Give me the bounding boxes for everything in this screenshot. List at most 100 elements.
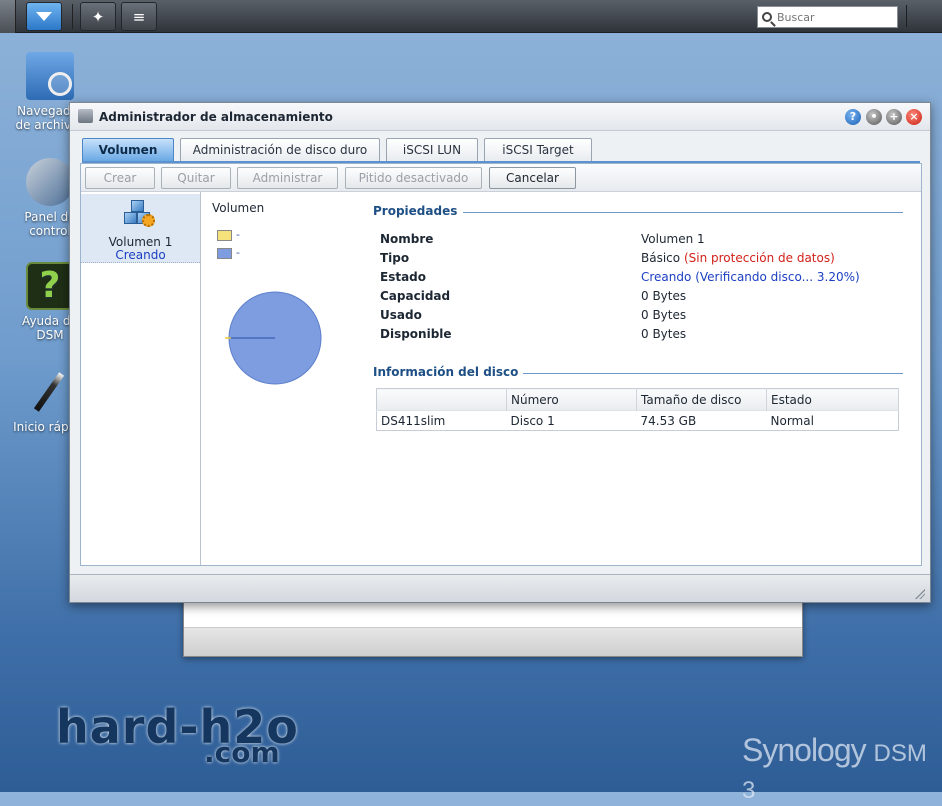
properties-heading: Propiedades xyxy=(373,204,913,218)
property-key: Usado xyxy=(380,308,422,322)
chevron-down-icon xyxy=(36,12,52,21)
property-value: Básico xyxy=(641,251,681,265)
search-box[interactable] xyxy=(757,6,898,28)
property-value-wrap: Creando (Verificando disco... 3.20%) xyxy=(641,270,860,284)
watermark-domain: .com xyxy=(204,736,280,769)
storage-manager-icon xyxy=(78,109,93,123)
search-icon xyxy=(762,12,772,22)
tab-iscsi-lun[interactable]: iSCSI LUN xyxy=(386,138,478,161)
quick-start-taskbar-button[interactable]: ✦ xyxy=(80,2,116,31)
volume-icon xyxy=(124,200,156,230)
property-row: Tipo Básico (Sin protección de datos) xyxy=(380,251,910,270)
table-row[interactable]: DS411slim Disco 1 74.53 GB Normal xyxy=(376,410,899,431)
manage-button[interactable]: Administrar xyxy=(237,167,338,189)
property-row: Disponible 0 Bytes xyxy=(380,327,910,346)
chart-title: Volumen xyxy=(212,201,265,215)
column-header[interactable]: Tamaño de disco xyxy=(636,388,767,411)
volume-list: Volumen 1 Creando xyxy=(81,192,201,565)
usage-chart-pane: Volumen - - xyxy=(205,192,365,565)
remove-button[interactable]: Quitar xyxy=(161,167,231,189)
magic-wand-icon xyxy=(26,368,74,416)
help-book-icon: ? xyxy=(26,262,74,310)
volume-status: Creando xyxy=(115,248,166,262)
properties-heading-text: Propiedades xyxy=(373,204,458,218)
property-row: Nombre Volumen 1 xyxy=(380,232,910,251)
legend-swatch xyxy=(217,229,232,241)
property-value-wrap: Básico (Sin protección de datos) xyxy=(641,251,835,265)
taskbar-divider-right xyxy=(906,5,907,27)
tab-iscsi-target[interactable]: iSCSI Target xyxy=(484,138,592,161)
taskbar-divider xyxy=(72,4,73,29)
window-statusbar xyxy=(70,574,930,602)
column-header[interactable]: Número xyxy=(506,388,637,411)
background-window-footer xyxy=(184,628,802,656)
toolbar: Crear Quitar Administrar Pitido desactiv… xyxy=(81,164,921,192)
gear-icon xyxy=(142,214,155,227)
legend-label: - xyxy=(236,246,240,259)
property-value: Creando xyxy=(641,270,692,284)
table-header-row: Número Tamaño de disco Estado xyxy=(376,388,899,411)
tab-disk-management[interactable]: Administración de disco duro xyxy=(180,138,380,161)
beep-off-button[interactable]: Pitido desactivado xyxy=(345,167,482,189)
property-row: Estado Creando (Verificando disco... 3.2… xyxy=(380,270,910,289)
property-row: Usado 0 Bytes xyxy=(380,308,910,327)
legend-label: - xyxy=(236,228,240,241)
property-value: 0 Bytes xyxy=(641,308,687,322)
property-key: Disponible xyxy=(380,327,452,341)
property-key: Tipo xyxy=(380,251,410,265)
folder-search-icon xyxy=(26,52,74,100)
volume-list-item[interactable]: Volumen 1 Creando xyxy=(81,194,200,263)
legend-swatch xyxy=(217,247,232,259)
property-key: Estado xyxy=(380,270,427,284)
synology-logo: Synology DSM 3 xyxy=(742,732,942,806)
window-titlebar[interactable]: Administrador de almacenamiento ? • + × xyxy=(70,103,930,131)
minimize-button[interactable]: • xyxy=(866,109,882,125)
background-window[interactable] xyxy=(183,595,803,657)
volume-panel: Crear Quitar Administrar Pitido desactiv… xyxy=(80,163,922,566)
create-button[interactable]: Crear xyxy=(85,167,155,189)
cancel-button[interactable]: Cancelar xyxy=(489,167,576,189)
volume-name: Volumen 1 xyxy=(108,235,173,249)
disk-number-cell: Disco 1 xyxy=(506,410,637,431)
legend-item: - xyxy=(217,228,240,241)
disk-status-cell: Normal xyxy=(766,410,899,431)
disk-name-cell: DS411slim xyxy=(376,410,507,431)
start-menu-button[interactable] xyxy=(26,2,62,31)
synology-wordmark: Synology xyxy=(742,732,867,768)
storage-manager-window: Administrador de almacenamiento ? • + × … xyxy=(69,102,931,603)
close-button[interactable]: × xyxy=(906,109,922,125)
column-header[interactable]: Estado xyxy=(766,388,899,411)
minimize-icon: • xyxy=(870,110,878,123)
heading-rule xyxy=(463,212,903,213)
disk-size-cell: 74.53 GB xyxy=(636,410,767,431)
property-row: Capacidad 0 Bytes xyxy=(380,289,910,308)
usage-pie-chart xyxy=(225,291,322,385)
search-input[interactable] xyxy=(777,10,887,24)
disk-info-heading-text: Información del disco xyxy=(373,365,519,379)
storage-manager-taskbar-button[interactable]: ≡ xyxy=(121,2,157,31)
disk-info-table: Número Tamaño de disco Estado DS411slim … xyxy=(376,388,899,431)
help-button[interactable]: ? xyxy=(845,109,861,125)
magic-wand-icon: ✦ xyxy=(91,7,105,26)
property-key: Capacidad xyxy=(380,289,451,303)
property-note: (Sin protección de datos) xyxy=(683,251,835,265)
heading-rule xyxy=(523,373,903,374)
tools-icon xyxy=(26,158,74,206)
resize-grip-icon[interactable] xyxy=(915,589,925,599)
property-value: Volumen 1 xyxy=(641,232,705,246)
storage-icon: ≡ xyxy=(132,7,146,26)
legend-item: - xyxy=(217,246,240,259)
maximize-icon: + xyxy=(889,110,899,123)
property-key: Nombre xyxy=(380,232,434,246)
property-value: 0 Bytes xyxy=(641,289,687,303)
taskbar-edge xyxy=(0,0,16,33)
taskbar: ✦ ≡ xyxy=(0,0,942,33)
maximize-button[interactable]: + xyxy=(886,109,902,125)
column-header[interactable] xyxy=(376,388,507,411)
property-note: (Verificando disco... 3.20%) xyxy=(695,270,860,284)
help-icon: ? xyxy=(849,110,857,123)
tab-volume[interactable]: Volumen xyxy=(82,138,174,161)
disk-info-heading: Información del disco xyxy=(373,365,913,379)
window-title: Administrador de almacenamiento xyxy=(99,110,333,124)
property-value: 0 Bytes xyxy=(641,327,687,341)
